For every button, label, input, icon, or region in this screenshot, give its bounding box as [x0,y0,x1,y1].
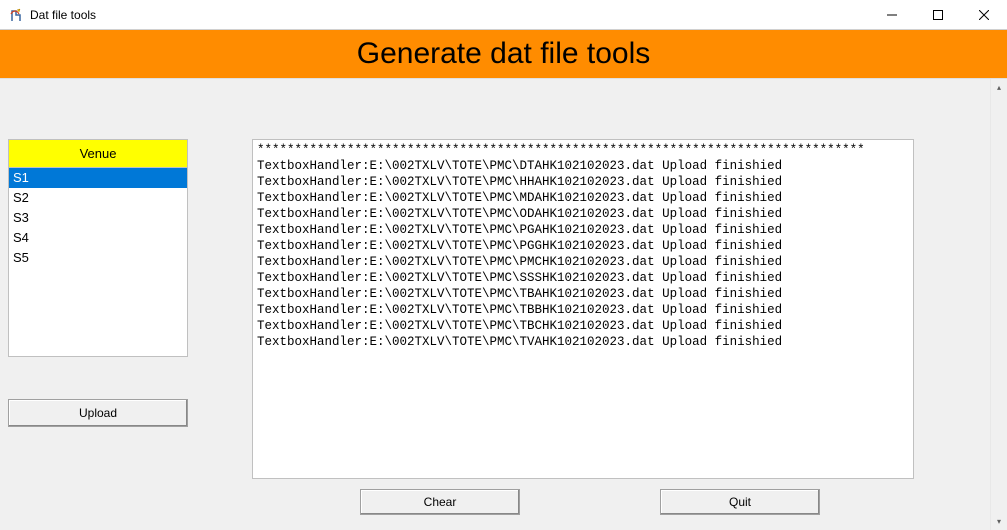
maximize-button[interactable] [915,0,961,29]
venue-header: Venue [8,139,188,167]
scroll-up-icon: ▴ [991,79,1007,96]
quit-button[interactable]: Quit [660,489,820,515]
banner: Generate dat file tools [0,30,1007,78]
minimize-button[interactable] [869,0,915,29]
chear-button[interactable]: Chear [360,489,520,515]
list-item[interactable]: S5 [9,248,187,268]
upload-button[interactable]: Upload [8,399,188,427]
window-title: Dat file tools [30,8,96,22]
list-item[interactable]: S2 [9,188,187,208]
titlebar: Dat file tools [0,0,1007,30]
close-button[interactable] [961,0,1007,29]
left-panel: Venue S1S2S3S4S5 [8,139,188,357]
list-item[interactable]: S4 [9,228,187,248]
app-icon [8,7,24,23]
banner-title: Generate dat file tools [357,37,651,71]
scroll-down-icon: ▾ [991,513,1007,530]
list-item[interactable]: S3 [9,208,187,228]
vertical-scrollbar[interactable]: ▴ ▾ [990,79,1007,530]
client-area: Venue S1S2S3S4S5 Upload ****************… [0,78,1007,530]
venue-listbox[interactable]: S1S2S3S4S5 [8,167,188,357]
log-textbox[interactable]: ****************************************… [252,139,914,479]
window-controls [869,0,1007,29]
list-item[interactable]: S1 [9,168,187,188]
